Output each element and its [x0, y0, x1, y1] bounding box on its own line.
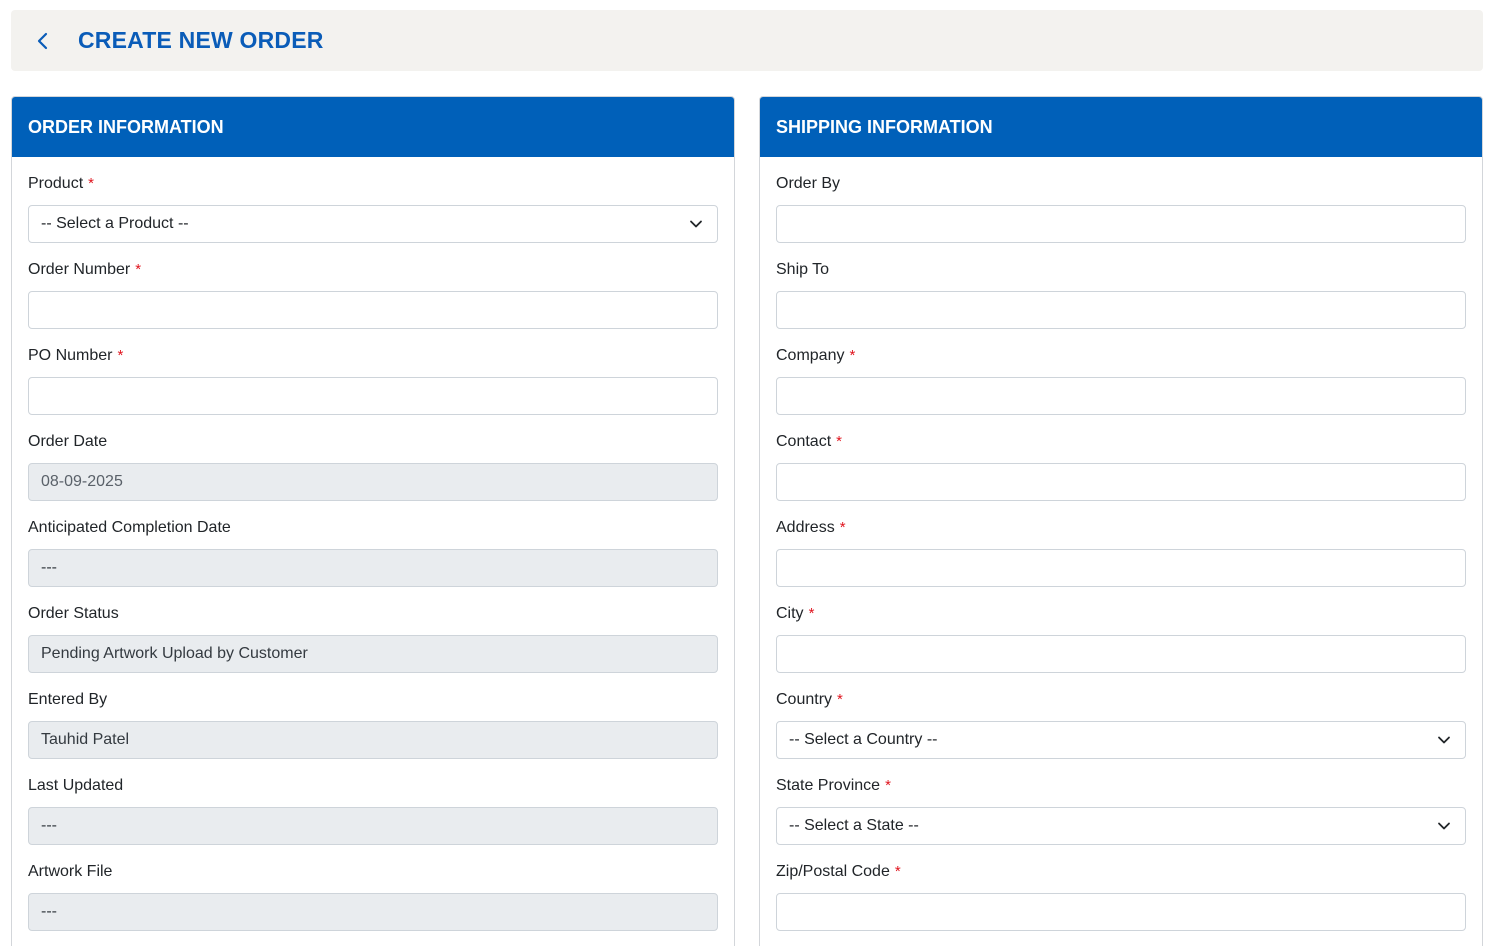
- state-province-select-value: -- Select a State --: [789, 817, 919, 834]
- country-field: Country * -- Select a Country --: [776, 691, 1466, 777]
- order-date-field: Order Date 08-09-2025: [28, 433, 718, 519]
- order-information-form: Product * -- Select a Product -- Order Numb…: [12, 157, 734, 946]
- contact-field: Contact *: [776, 433, 1466, 519]
- state-province-label: State Province: [776, 777, 881, 794]
- back-button[interactable]: [23, 21, 63, 61]
- city-label: City: [776, 605, 804, 622]
- page-title: CREATE NEW ORDER: [78, 27, 324, 53]
- artwork-file-label-row: Artwork File: [28, 863, 718, 881]
- required-marker: *: [88, 175, 94, 192]
- company-label: Company: [776, 347, 845, 364]
- shipping-information-form: Order By Ship To Company * Contact * Address * C…: [760, 157, 1482, 946]
- required-marker: *: [836, 433, 842, 450]
- order-status-readonly-value: Pending Artwork Upload by Customer: [28, 635, 718, 673]
- order-status-label-row: Order Status: [28, 605, 718, 623]
- zip-postal-code-field: Zip/Postal Code *: [776, 863, 1466, 946]
- shipping-information-header: SHIPPING INFORMATION: [760, 97, 1482, 157]
- contact-label-row: Contact *: [776, 433, 1466, 451]
- order-by-label-row: Order By: [776, 175, 1466, 193]
- anticipated-completion-date-field: Anticipated Completion Date ---: [28, 519, 718, 605]
- ship-to-label: Ship To: [776, 261, 830, 278]
- required-marker: *: [885, 777, 891, 794]
- product-label-row: Product *: [28, 175, 718, 193]
- order-by-label: Order By: [776, 175, 841, 192]
- state-province-field: State Province * -- Select a State --: [776, 777, 1466, 863]
- create-order-page: CREATE NEW ORDER ORDER INFORMATION Produ…: [0, 0, 1491, 946]
- product-field: Product * -- Select a Product --: [28, 175, 718, 261]
- order-date-label-row: Order Date: [28, 433, 718, 451]
- required-marker: *: [894, 863, 901, 880]
- order-date-readonly-value: 08-09-2025: [28, 463, 718, 501]
- required-marker: *: [839, 519, 846, 536]
- zip-postal-code-input[interactable]: [776, 893, 1466, 931]
- entered-by-label: Entered By: [28, 691, 108, 708]
- page-header: CREATE NEW ORDER: [11, 10, 1483, 71]
- zip-postal-code-label: Zip/Postal Code: [776, 863, 890, 880]
- address-input[interactable]: [776, 549, 1466, 587]
- order-number-label-row: Order Number *: [28, 261, 718, 279]
- city-label-row: City *: [776, 605, 1466, 623]
- address-label-row: Address *: [776, 519, 1466, 537]
- last-updated-label: Last Updated: [28, 777, 124, 794]
- contact-input[interactable]: [776, 463, 1466, 501]
- chevron-down-icon: [690, 220, 702, 228]
- po-number-label-row: PO Number *: [28, 347, 718, 365]
- chevron-left-icon: [37, 32, 48, 49]
- ship-to-field: Ship To: [776, 261, 1466, 347]
- last-updated-label-row: Last Updated: [28, 777, 718, 795]
- order-status-label: Order Status: [28, 605, 119, 622]
- order-by-input[interactable]: [776, 205, 1466, 243]
- order-number-label: Order Number: [28, 261, 131, 278]
- shipping-information-card: SHIPPING INFORMATION Order By Ship To Comp…: [759, 96, 1483, 946]
- order-by-field: Order By: [776, 175, 1466, 261]
- chevron-down-icon: [1438, 822, 1450, 830]
- required-marker: *: [849, 347, 856, 364]
- city-input[interactable]: [776, 635, 1466, 673]
- last-updated-readonly-value: ---: [28, 807, 718, 845]
- ship-to-label-row: Ship To: [776, 261, 1466, 279]
- po-number-label: PO Number: [28, 347, 113, 364]
- order-information-header: ORDER INFORMATION: [12, 97, 734, 157]
- zip-postal-code-label-row: Zip/Postal Code *: [776, 863, 1466, 881]
- product-label: Product: [28, 175, 84, 192]
- company-input[interactable]: [776, 377, 1466, 415]
- address-label: Address: [776, 519, 835, 536]
- entered-by-field: Entered By Tauhid Patel: [28, 691, 718, 777]
- entered-by-readonly-value: Tauhid Patel: [28, 721, 718, 759]
- required-marker: *: [135, 261, 142, 278]
- po-number-field: PO Number *: [28, 347, 718, 433]
- order-number-input[interactable]: [28, 291, 718, 329]
- order-number-field: Order Number *: [28, 261, 718, 347]
- state-province-label-row: State Province *: [776, 777, 1466, 795]
- state-province-select[interactable]: -- Select a State --: [776, 807, 1466, 845]
- required-marker: *: [117, 347, 124, 364]
- company-field: Company *: [776, 347, 1466, 433]
- product-select[interactable]: -- Select a Product --: [28, 205, 718, 243]
- last-updated-field: Last Updated ---: [28, 777, 718, 863]
- anticipated-completion-date-readonly-value: ---: [28, 549, 718, 587]
- required-marker: *: [808, 605, 815, 622]
- order-information-card: ORDER INFORMATION Product * -- Select a Pr…: [11, 96, 735, 946]
- anticipated-completion-date-label: Anticipated Completion Date: [28, 519, 231, 536]
- company-label-row: Company *: [776, 347, 1466, 365]
- required-marker: *: [837, 691, 843, 708]
- ship-to-input[interactable]: [776, 291, 1466, 329]
- artwork-file-readonly-value: ---: [28, 893, 718, 931]
- country-select[interactable]: -- Select a Country --: [776, 721, 1466, 759]
- artwork-file-label: Artwork File: [28, 863, 113, 880]
- country-select-value: -- Select a Country --: [789, 731, 938, 748]
- artwork-file-field: Artwork File ---: [28, 863, 718, 946]
- contact-label: Contact: [776, 433, 832, 450]
- po-number-input[interactable]: [28, 377, 718, 415]
- country-label-row: Country *: [776, 691, 1466, 709]
- address-field: Address *: [776, 519, 1466, 605]
- entered-by-label-row: Entered By: [28, 691, 718, 709]
- city-field: City *: [776, 605, 1466, 691]
- product-select-value: -- Select a Product --: [41, 215, 189, 232]
- order-status-field: Order Status Pending Artwork Upload by Cu…: [28, 605, 718, 691]
- order-date-label: Order Date: [28, 433, 108, 450]
- country-label: Country: [776, 691, 833, 708]
- chevron-down-icon: [1438, 736, 1450, 744]
- anticipated-completion-date-label-row: Anticipated Completion Date: [28, 519, 718, 537]
